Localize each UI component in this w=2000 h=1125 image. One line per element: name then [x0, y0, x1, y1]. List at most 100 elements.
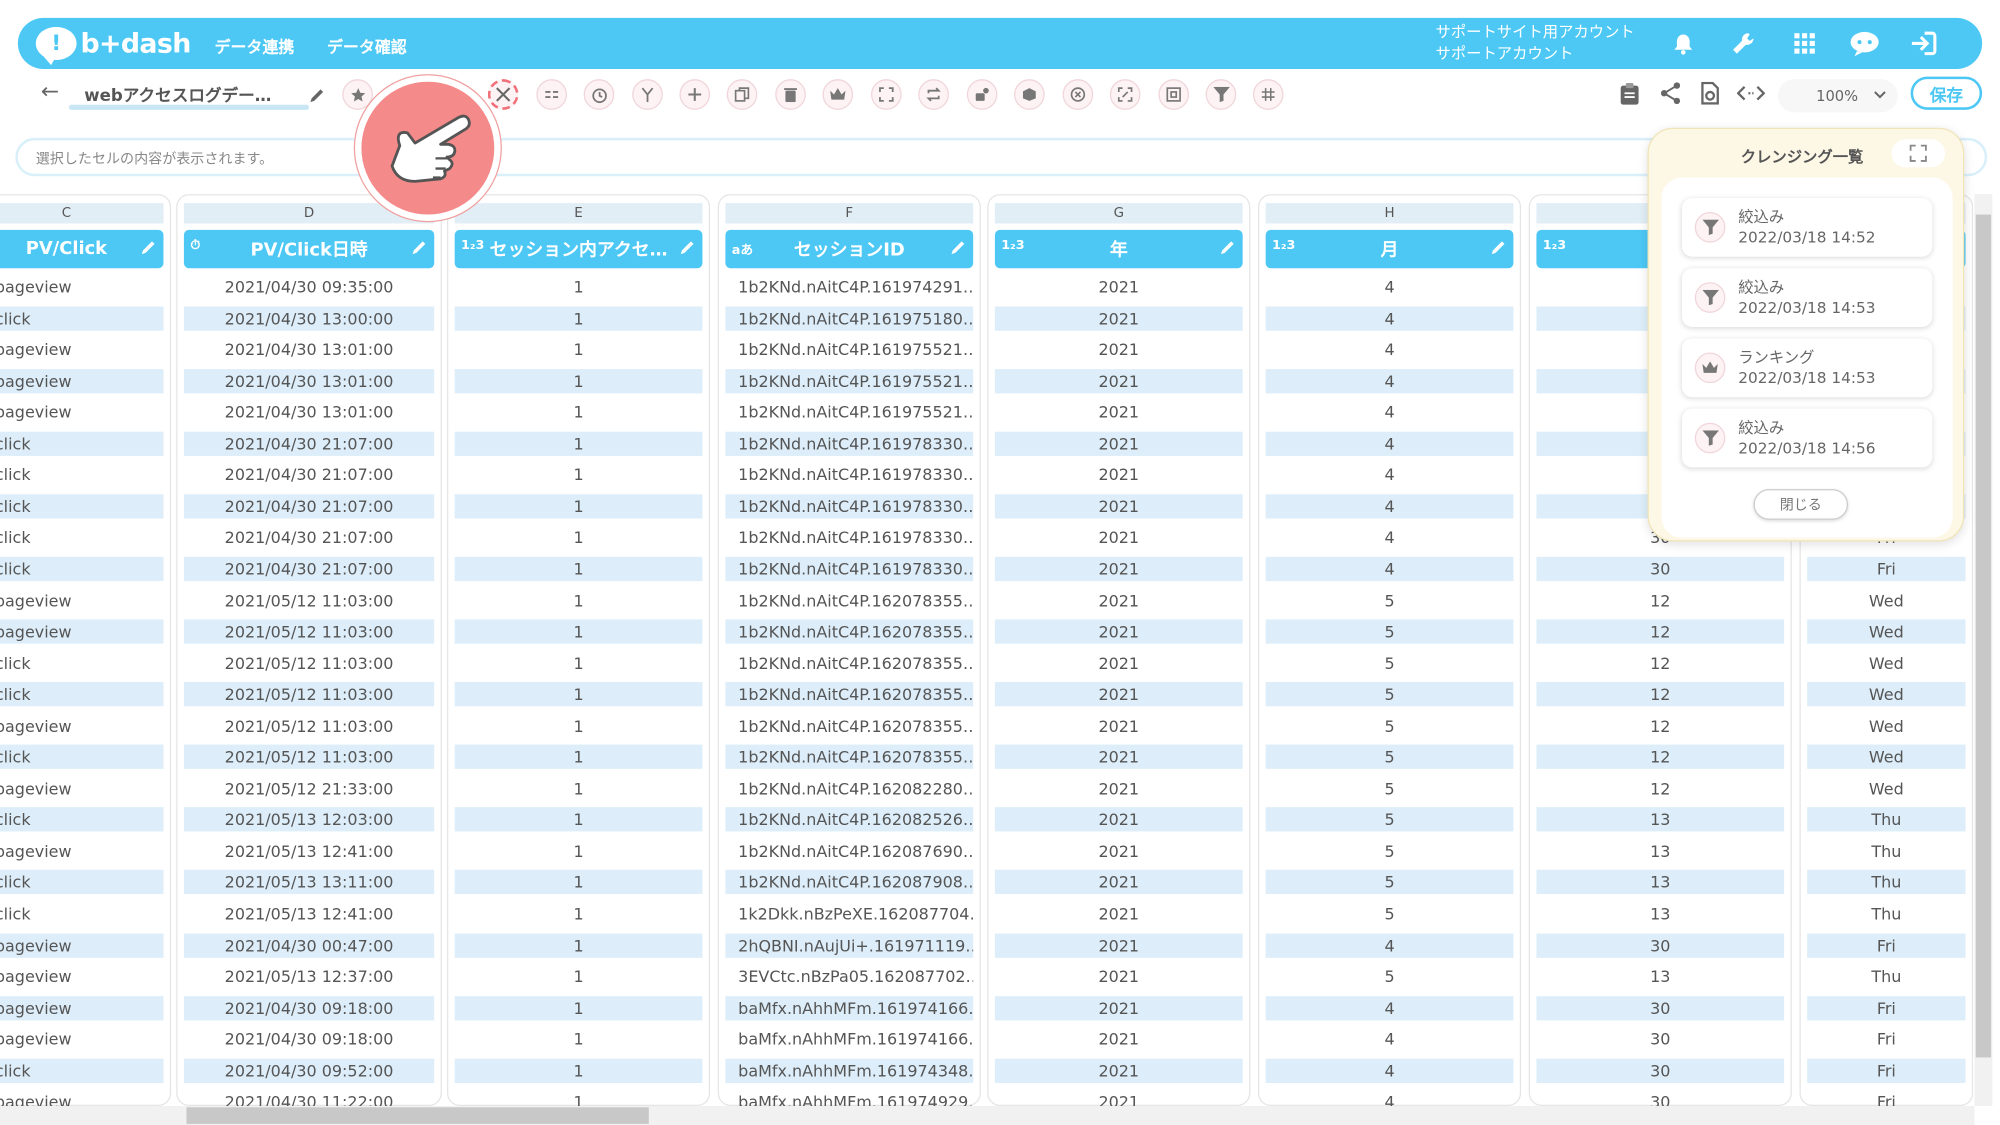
table-cell[interactable]: 5 — [1266, 651, 1514, 675]
table-cell[interactable]: 1b2KNd.nAitC4P.161974291… — [725, 275, 973, 299]
table-cell[interactable]: 4 — [1266, 400, 1514, 424]
table-cell[interactable]: 4 — [1265, 368, 1514, 393]
account-info[interactable]: サポートサイト用アカウント サポートアカウント — [1436, 22, 1635, 65]
table-cell[interactable]: 30 — [1536, 933, 1785, 958]
logout-icon[interactable] — [1905, 26, 1941, 62]
table-cell[interactable]: Wed — [1807, 588, 1965, 612]
table-cell[interactable]: 2021 — [995, 651, 1243, 675]
table-cell[interactable]: 1 — [454, 807, 703, 832]
table-cell[interactable]: 1 — [455, 714, 703, 738]
table-cell[interactable]: 5 — [1265, 744, 1514, 770]
table-cell[interactable]: 5 — [1266, 964, 1514, 988]
edit-pencil-icon[interactable] — [411, 239, 428, 261]
back-arrow-icon[interactable]: ← — [41, 79, 59, 105]
table-cell[interactable]: Fri — [1807, 1058, 1966, 1083]
table-cell[interactable]: pageview — [0, 1090, 163, 1106]
table-cell[interactable]: 5 — [1265, 870, 1514, 895]
table-cell[interactable]: 2021/04/30 21:07:00 — [183, 431, 435, 456]
nav-data-check[interactable]: データ確認 — [327, 33, 407, 57]
table-cell[interactable]: 5 — [1266, 714, 1514, 738]
table-cell[interactable]: 2021 — [995, 714, 1243, 738]
timer-icon[interactable] — [583, 79, 615, 110]
edit-pencil-icon[interactable] — [950, 239, 967, 261]
table-cell[interactable]: baMfx.nAhhMFm.161974166… — [725, 995, 974, 1020]
table-cell[interactable]: 12 — [1536, 682, 1785, 707]
table-cell[interactable]: 2021/04/30 21:07:00 — [184, 463, 434, 487]
table-cell[interactable]: 5 — [1266, 588, 1514, 612]
table-cell[interactable]: 2021 — [994, 431, 1243, 456]
table-cell[interactable]: pageview — [0, 400, 163, 424]
table-cell[interactable]: 4 — [1266, 463, 1514, 487]
expand-panel-icon[interactable] — [1891, 139, 1946, 168]
table-cell[interactable]: click — [0, 1058, 164, 1083]
table-cell[interactable]: 5 — [1266, 902, 1514, 926]
table-cell[interactable]: 2021/04/30 09:52:00 — [183, 1058, 435, 1083]
table-cell[interactable]: 1 — [454, 933, 703, 958]
table-cell[interactable]: 1b2KNd.nAitC4P.161975180… — [725, 305, 974, 331]
table-cell[interactable]: 2021/04/30 09:18:00 — [183, 995, 435, 1020]
table-cell[interactable]: 2021/05/12 11:03:00 — [183, 619, 435, 644]
table-cell[interactable]: Wed — [1807, 651, 1965, 675]
table-cell[interactable]: 2021 — [995, 463, 1243, 487]
table-cell[interactable]: 2021/05/13 12:41:00 — [184, 839, 434, 863]
table-cell[interactable]: 2021 — [995, 275, 1243, 299]
table-cell[interactable]: pageview — [0, 964, 163, 988]
table-cell[interactable]: 2021/04/30 21:07:00 — [183, 494, 435, 519]
table-cell[interactable]: 1 — [455, 902, 703, 926]
table-cell[interactable]: 30 — [1536, 995, 1785, 1020]
table-cell[interactable]: 13 — [1536, 807, 1785, 832]
table-cell[interactable]: 2021/05/12 11:03:00 — [184, 714, 434, 738]
table-cell[interactable]: 4 — [1265, 305, 1514, 331]
table-cell[interactable]: Wed — [1807, 744, 1966, 770]
table-cell[interactable]: 1b2KNd.nAitC4P.161978330… — [725, 525, 973, 549]
table-cell[interactable]: Thu — [1807, 839, 1965, 863]
zoom-select[interactable]: 100% — [1777, 79, 1898, 113]
table-cell[interactable]: click — [0, 902, 163, 926]
table-cell[interactable]: Fri — [1807, 933, 1966, 958]
table-cell[interactable]: Wed — [1807, 619, 1966, 644]
table-cell[interactable]: 5 — [1266, 839, 1514, 863]
file-name[interactable]: webアクセスログデー… — [84, 82, 296, 106]
table-cell[interactable]: 2021/04/30 13:00:00 — [183, 305, 435, 331]
table-cell[interactable]: 12 — [1536, 776, 1784, 800]
table-cell[interactable]: 4 — [1265, 995, 1514, 1020]
share-icon[interactable] — [1655, 78, 1686, 109]
table-cell[interactable]: 1b2KNd.nAitC4P.162078355… — [725, 744, 974, 770]
save-button[interactable]: 保存 — [1910, 76, 1983, 110]
expand-icon[interactable] — [871, 79, 902, 110]
table-cell[interactable]: Wed — [1807, 776, 1965, 800]
table-cell[interactable]: 1 — [454, 744, 703, 770]
table-cell[interactable]: 4 — [1265, 933, 1514, 958]
table-cell[interactable]: Fri — [1807, 1090, 1965, 1106]
apps-grid-icon[interactable] — [1787, 26, 1823, 62]
table-cell[interactable]: 30 — [1536, 556, 1785, 582]
table-cell[interactable]: 2021 — [994, 305, 1243, 331]
column-letter[interactable]: H — [1265, 203, 1514, 224]
table-cell[interactable]: 1 — [454, 1058, 703, 1083]
cleansing-step-item[interactable]: 絞込み 2022/03/18 14:56 — [1681, 408, 1933, 468]
table-cell[interactable]: 2021/04/30 13:01:00 — [183, 368, 435, 393]
table-cell[interactable]: click — [0, 556, 164, 582]
column-header[interactable]: aあ セッションID — [725, 229, 974, 269]
table-cell[interactable]: 1 — [454, 619, 703, 644]
column-header[interactable]: 1₂3 年 — [994, 229, 1243, 269]
table-cell[interactable]: pageview — [0, 368, 164, 393]
table-cell[interactable]: click — [0, 651, 163, 675]
column-letter[interactable]: G — [994, 203, 1243, 224]
table-cell[interactable]: 1 — [455, 588, 703, 612]
table-cell[interactable]: 1 — [455, 1027, 703, 1051]
support-chat-icon[interactable] — [1847, 26, 1883, 62]
table-cell[interactable]: 2021 — [994, 556, 1243, 582]
table-cell[interactable]: 1 — [455, 337, 703, 361]
table-cell[interactable]: click — [0, 494, 164, 519]
table-cell[interactable]: 1k2Dkk.nBzPeXE.162087704… — [725, 902, 973, 926]
table-cell[interactable]: 4 — [1265, 494, 1514, 519]
table-cell[interactable]: baMfx.nAhhMFm.161974929… — [725, 1090, 973, 1106]
table-cell[interactable]: click — [0, 305, 164, 331]
table-cell[interactable]: 1 — [455, 1090, 703, 1106]
close-panel-button[interactable]: 閉じる — [1753, 489, 1849, 520]
edit-pencil-icon[interactable] — [140, 239, 157, 261]
column-header[interactable]: ⏱ PV/Click日時 — [183, 229, 435, 269]
table-cell[interactable]: 2021 — [995, 400, 1243, 424]
column-header[interactable]: 1₂3 月 — [1265, 229, 1514, 269]
